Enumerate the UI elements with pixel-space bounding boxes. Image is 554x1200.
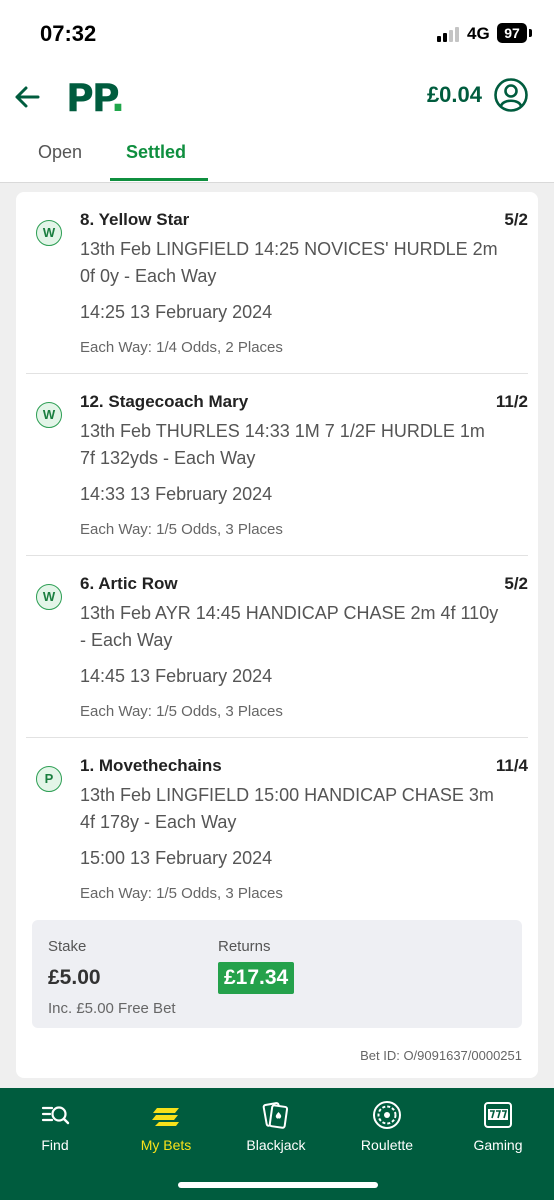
battery-tip [529,29,532,37]
battery-icon: 97 [497,23,527,43]
roulette-icon [373,1101,401,1129]
app-header: PP. £0.04 [0,70,554,126]
bet-id: Bet ID: O/9091637/0000251 [360,1048,522,1063]
returns-label: Returns [218,938,271,955]
race-time: 14:33 13 February 2024 [80,484,273,504]
result-badge-won: W [36,584,62,610]
bet-tabs: Open Settled [0,126,554,183]
back-arrow-icon[interactable] [12,82,42,112]
runner-name: 6. Artic Row [80,574,178,593]
free-bet-note: Inc. £5.00 Free Bet [48,1000,176,1017]
nav-my-bets[interactable]: My Bets [111,1088,221,1168]
race-description: 13th Feb LINGFIELD 14:25 NOVICES' HURDLE… [80,239,498,286]
home-indicator [178,1182,378,1188]
nav-label: Find [41,1137,69,1153]
signal-icon [437,26,463,42]
each-way-terms: Each Way: 1/5 Odds, 3 Places [80,885,283,902]
status-bar: 07:32 4G 97 [0,0,554,70]
account-balance[interactable]: £0.04 [412,82,482,108]
race-time: 14:25 13 February 2024 [80,302,273,322]
bet-selection: W 6. Artic Row 5/2 13th Feb AYR 14:45 HA… [26,556,528,738]
result-badge-won: W [36,220,62,246]
each-way-terms: Each Way: 1/5 Odds, 3 Places [80,521,283,538]
bet-selection: W 12. Stagecoach Mary 11/2 13th Feb THUR… [26,374,528,556]
find-icon [41,1106,70,1125]
slot-machine-icon [484,1102,512,1128]
status-time: 07:32 [40,21,97,46]
tab-open[interactable]: Open [38,142,82,163]
nav-label: Gaming [473,1137,523,1153]
bet-selection: P 1. Movethechains 11/4 13th Feb LINGFIE… [26,738,528,920]
network-type: 4G [467,24,490,43]
result-badge-placed: P [36,766,62,792]
stake-label: Stake [48,938,87,955]
runner-name: 8. Yellow Star [80,210,190,229]
result-badge-won: W [36,402,62,428]
race-description: 13th Feb THURLES 14:33 1M 7 1/2F HURDLE … [80,421,485,468]
stake-value: £5.00 [48,966,101,989]
nav-roulette[interactable]: Roulette [332,1088,442,1168]
runner-name: 12. Stagecoach Mary [80,392,249,411]
bet-selection: W 8. Yellow Star 5/2 13th Feb LINGFIELD … [26,192,528,374]
race-description: 13th Feb AYR 14:45 HANDICAP CHASE 2m 4f … [80,603,499,650]
active-tab-indicator [110,178,208,181]
each-way-terms: Each Way: 1/5 Odds, 3 Places [80,703,283,720]
logo[interactable]: PP. [66,76,125,120]
odds: 5/2 [504,210,528,229]
race-time: 15:00 13 February 2024 [80,848,273,868]
odds: 11/4 [495,756,528,775]
my-bets-icon [152,1108,179,1126]
each-way-terms: Each Way: 1/4 Odds, 2 Places [80,339,283,356]
nav-blackjack[interactable]: Blackjack [221,1088,331,1168]
race-description: 13th Feb LINGFIELD 15:00 HANDICAP CHASE … [80,785,494,832]
nav-gaming[interactable]: Gaming [443,1088,553,1168]
nav-label: Roulette [360,1137,414,1153]
account-icon[interactable] [493,77,529,113]
stake-returns-panel: Stake £5.00 Inc. £5.00 Free Bet Returns … [32,920,522,1028]
returns-value: £17.34 [218,962,295,994]
race-time: 14:45 13 February 2024 [80,666,273,686]
nav-label: Blackjack [246,1137,306,1153]
odds: 5/2 [504,574,528,593]
nav-find[interactable]: Find [0,1088,110,1168]
settled-bet-card: W 8. Yellow Star 5/2 13th Feb LINGFIELD … [16,192,538,1078]
cards-icon [262,1102,289,1129]
nav-label: My Bets [140,1137,192,1153]
runner-name: 1. Movethechains [80,756,222,775]
odds: 11/2 [495,392,528,411]
bottom-nav: Find My Bets Blackjack Roulette Gaming [0,1088,554,1200]
tab-settled[interactable]: Settled [126,142,186,163]
